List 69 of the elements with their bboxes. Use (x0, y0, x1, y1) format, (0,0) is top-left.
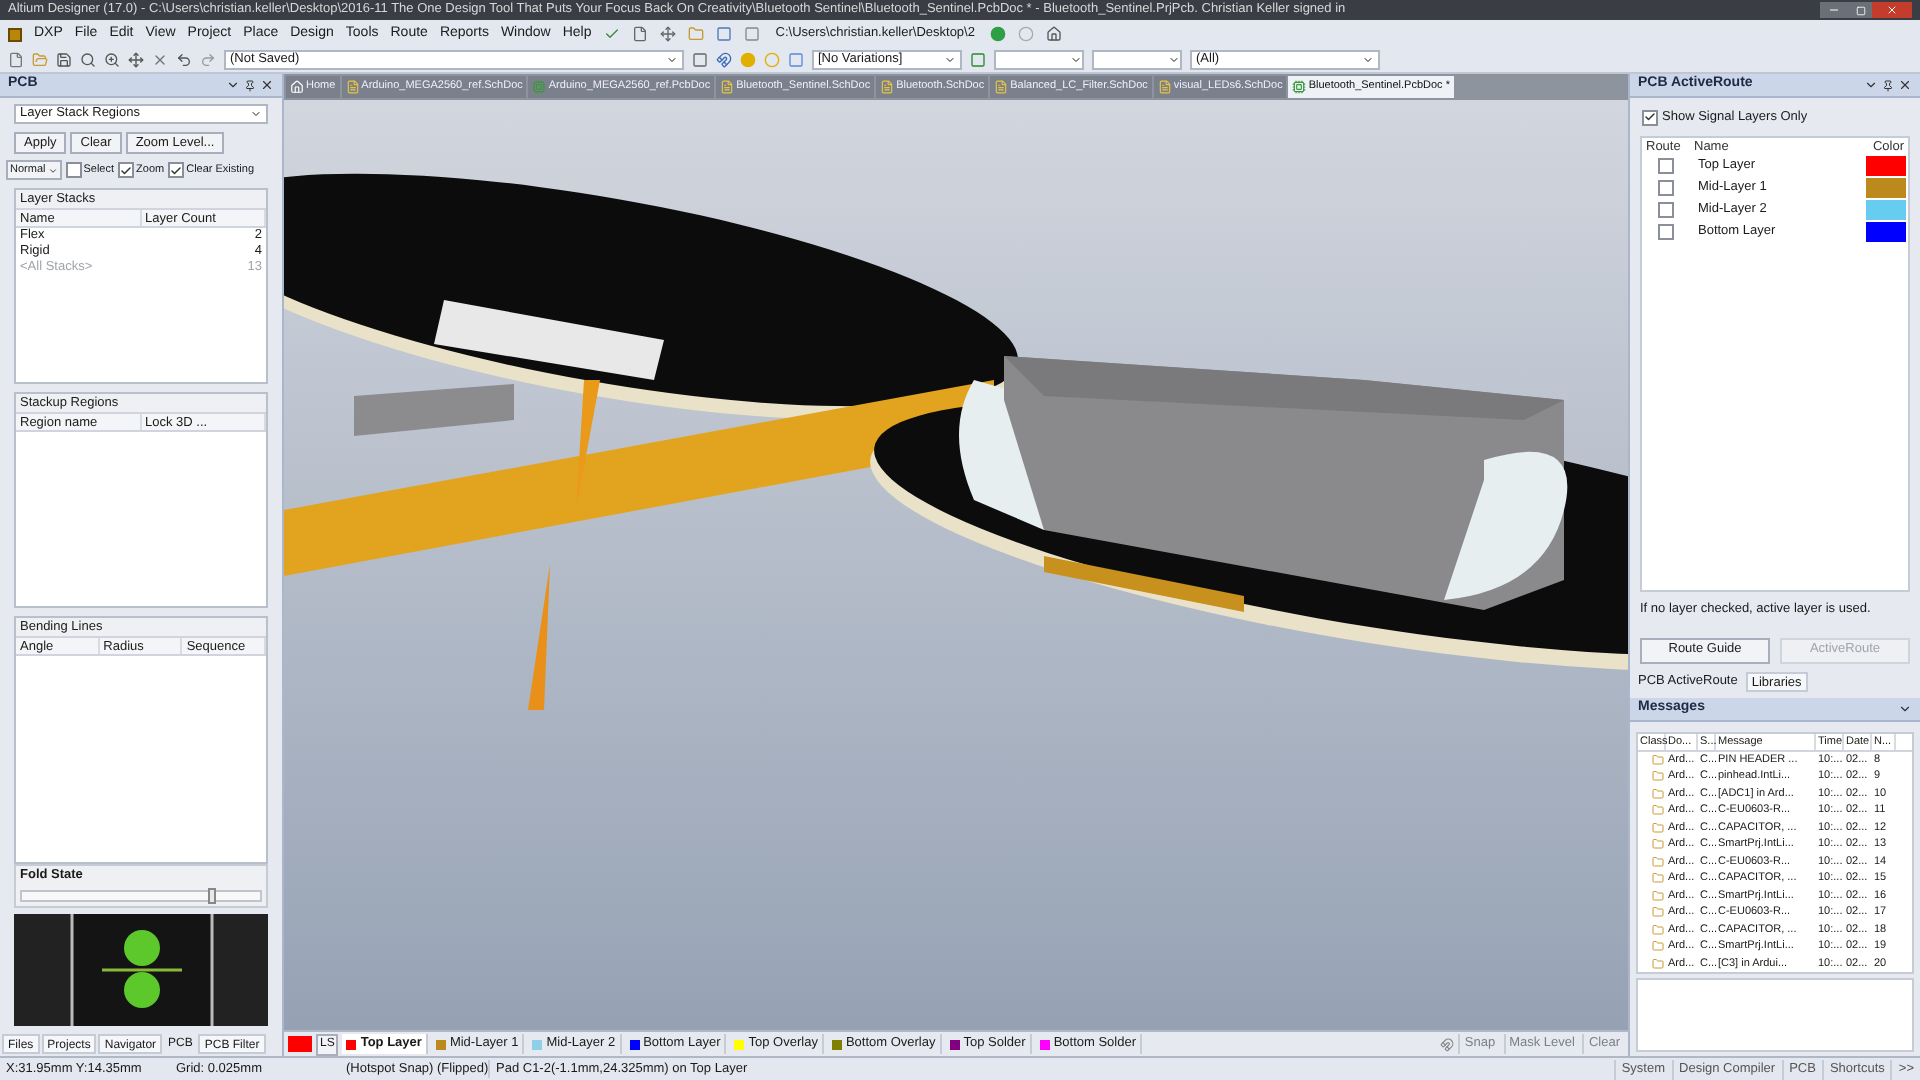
save-icon[interactable] (56, 52, 72, 68)
message-icon (1652, 787, 1664, 800)
slider-track[interactable] (20, 889, 262, 902)
current-layer-swatch[interactable] (288, 1036, 312, 1052)
net-dropdown[interactable] (1092, 50, 1182, 70)
undo-icon[interactable] (176, 52, 192, 68)
checkbox[interactable] (1658, 224, 1674, 241)
dropdown-icon[interactable] (1864, 78, 1878, 92)
message-icon (1652, 770, 1664, 783)
cut-icon[interactable] (152, 52, 168, 68)
home-icon[interactable] (1046, 26, 1063, 42)
maximize-button[interactable] (1848, 2, 1872, 18)
document-icon (720, 80, 735, 94)
folder-icon[interactable] (687, 26, 704, 42)
message-icon (1652, 957, 1664, 970)
message-icon (1652, 753, 1664, 766)
message-icon (1652, 838, 1664, 851)
dropdown-icon[interactable] (1898, 701, 1912, 715)
message-icon (1652, 906, 1664, 919)
document-icon (345, 80, 360, 94)
close-button[interactable] (1872, 2, 1912, 18)
check-icon[interactable] (603, 26, 620, 42)
checkbox[interactable] (1642, 109, 1658, 126)
search-icon[interactable] (80, 52, 96, 68)
caret-icon (944, 54, 956, 66)
document-icon (1157, 80, 1172, 94)
close-icon[interactable] (1898, 78, 1912, 92)
move-icon[interactable] (659, 26, 676, 42)
dxp-logo-icon[interactable] (8, 27, 22, 41)
minimize-button[interactable] (1820, 2, 1848, 18)
message-icon (1652, 923, 1664, 936)
zoom-icon[interactable] (104, 52, 120, 68)
checkbox[interactable] (1658, 202, 1674, 219)
checkbox[interactable] (1658, 180, 1674, 197)
redo-icon[interactable] (200, 52, 216, 68)
new-file-icon[interactable] (8, 52, 24, 68)
caret-icon (1070, 54, 1082, 66)
check-icon (120, 163, 133, 177)
check-icon (170, 163, 183, 177)
document-icon[interactable] (631, 26, 648, 42)
message-icon (1652, 804, 1664, 817)
home-icon (290, 80, 304, 94)
close-icon (1886, 4, 1898, 16)
check-icon (1644, 110, 1656, 125)
message-icon (1652, 940, 1664, 953)
caret-icon (1362, 54, 1374, 66)
checkbox[interactable] (65, 162, 82, 178)
message-icon (1652, 821, 1664, 834)
message-icon (1652, 855, 1664, 868)
document-icon (994, 80, 1009, 94)
checkbox[interactable] (1658, 158, 1674, 175)
pin-icon[interactable] (1882, 79, 1894, 91)
message-icon (1652, 889, 1664, 902)
checkbox[interactable] (118, 162, 135, 178)
minimize-icon (1828, 4, 1840, 16)
message-icon (1652, 872, 1664, 885)
caret-icon (47, 165, 58, 175)
pin-icon[interactable] (244, 79, 256, 91)
move-icon[interactable] (128, 52, 144, 68)
document-icon (880, 80, 895, 94)
open-folder-icon[interactable] (32, 52, 48, 68)
caret-icon (1168, 54, 1180, 66)
slider-thumb[interactable] (207, 887, 216, 904)
dropdown-icon[interactable] (226, 78, 240, 92)
maximize-icon (1855, 5, 1865, 15)
checkbox[interactable] (168, 162, 185, 178)
close-icon[interactable] (260, 78, 274, 92)
caret-icon (666, 54, 678, 66)
caret-icon (250, 108, 262, 120)
